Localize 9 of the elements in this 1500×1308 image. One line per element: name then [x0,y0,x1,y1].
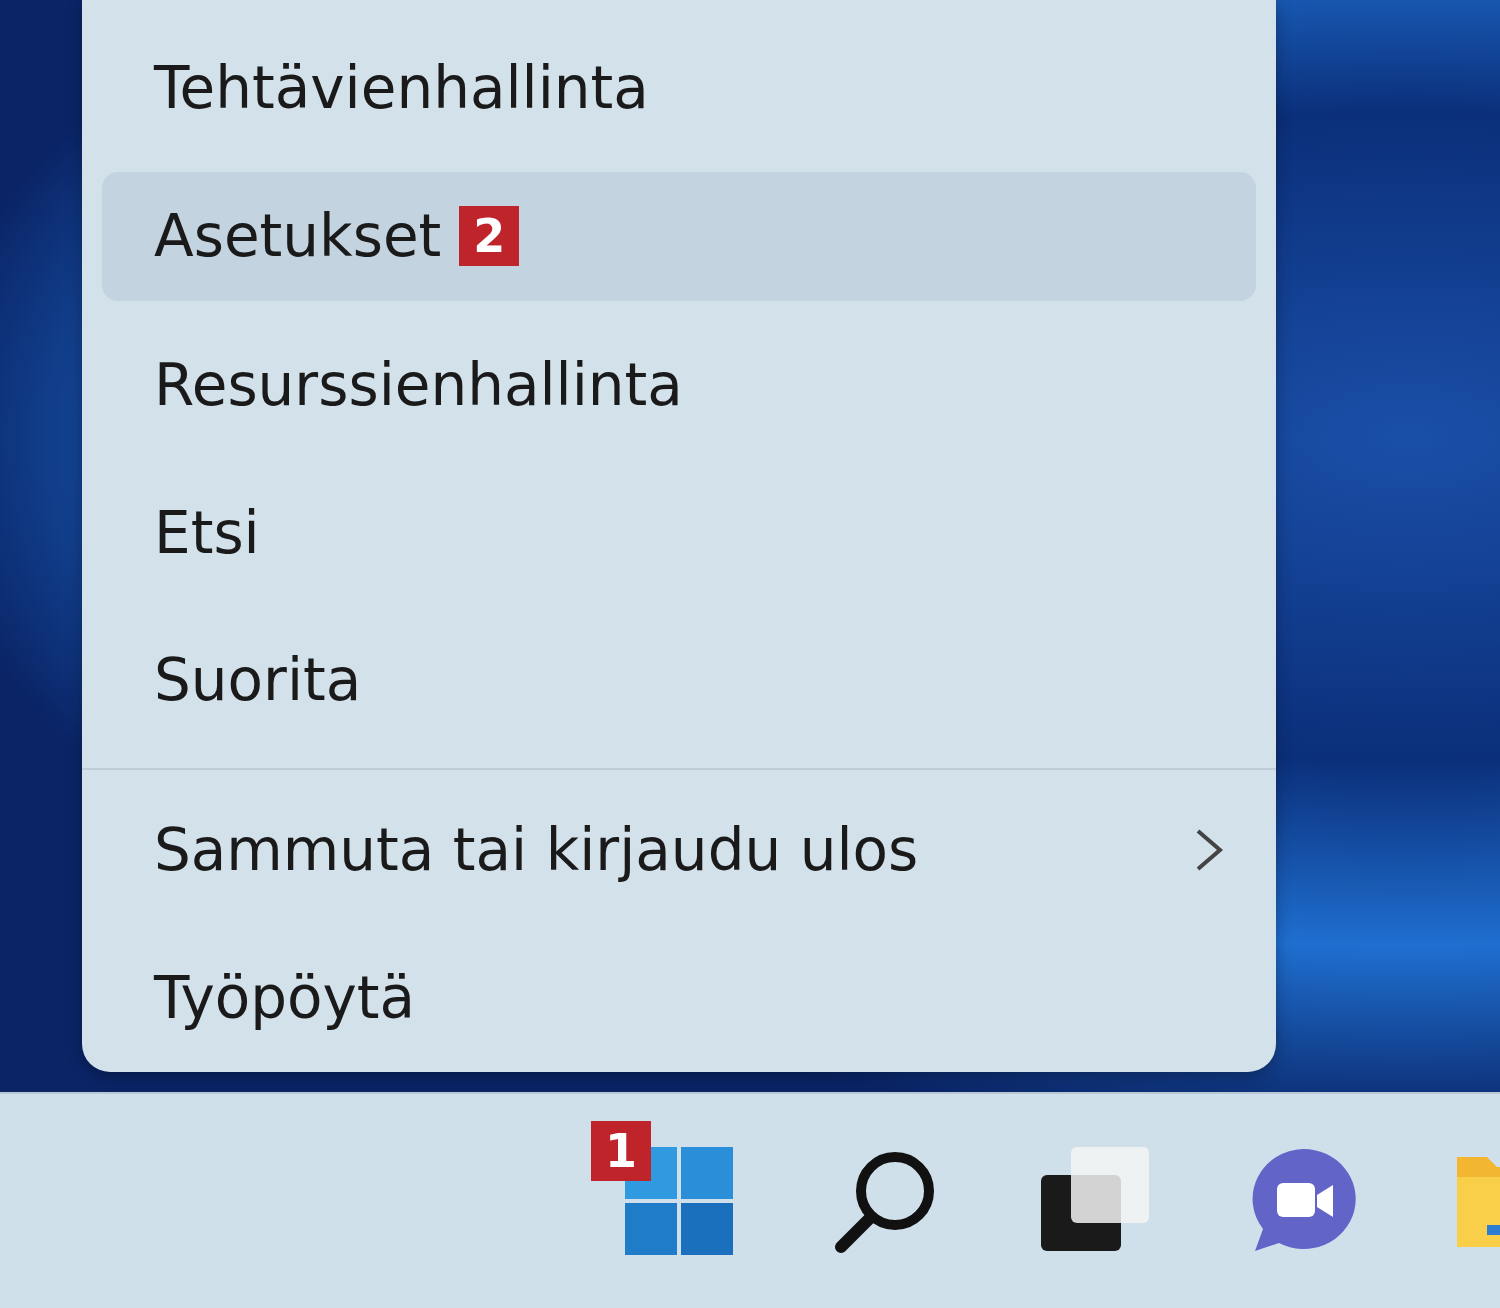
menu-item[interactable]: Tehtävienhallinta [102,14,1256,162]
menu-item[interactable]: Suorita [102,606,1256,755]
step-badge: 2 [459,206,520,267]
menu-item[interactable]: Asetukset 2 [102,171,1256,301]
step-badge: 1 [591,1121,651,1181]
menu-item[interactable]: Etsi [102,458,1256,607]
menu-item[interactable]: Resurssienhallinta [102,310,1256,459]
menu-item[interactable]: Sammuta tai kirjaudu ulos [102,776,1256,925]
menu-item[interactable]: Työpöytä [102,924,1256,1073]
